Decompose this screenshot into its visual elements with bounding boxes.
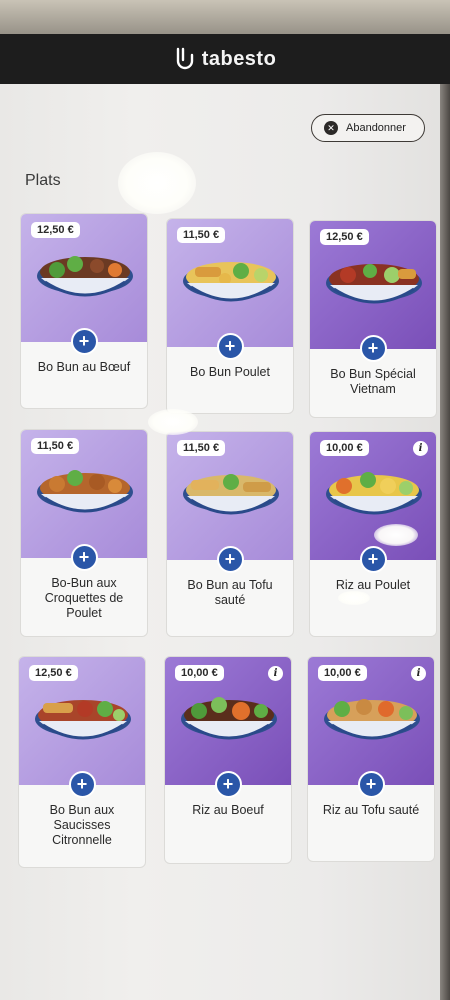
section-title: Plats — [25, 172, 61, 189]
bowl-image — [183, 474, 279, 515]
add-button[interactable]: + — [359, 546, 387, 573]
bowl-image — [37, 470, 133, 513]
price-badge: 10,00 € — [175, 665, 224, 681]
price-badge: 11,50 € — [31, 438, 80, 454]
product-card[interactable]: 12,50 € + Bo Bun au Bœuf — [20, 213, 148, 409]
product-name: Bo Bun au Tofu sauté — [187, 578, 273, 607]
price-badge: 11,50 € — [177, 227, 226, 243]
bowl-image — [37, 256, 133, 297]
bowl-image — [35, 700, 131, 740]
info-icon[interactable]: i — [411, 666, 426, 681]
add-button[interactable]: + — [216, 333, 244, 360]
brand-logo: tabesto — [174, 47, 277, 71]
product-name: Riz au Boeuf — [192, 803, 264, 817]
info-icon[interactable]: i — [413, 441, 428, 456]
product-card[interactable]: 10,00 € i + Riz au Boeuf — [164, 656, 292, 864]
product-card[interactable]: 11,50 € + Bo Bun Poulet — [166, 218, 294, 414]
product-name: Bo-Bun aux Croquettes de Poulet — [44, 576, 124, 620]
screen-glare — [118, 152, 196, 214]
bowl-image — [326, 472, 422, 515]
abandon-label: Abandonner — [346, 122, 406, 134]
add-button[interactable]: + — [70, 328, 98, 355]
add-button[interactable]: + — [359, 335, 387, 362]
product-card[interactable]: 11,50 € + Bo Bun au Tofu sauté — [166, 431, 294, 637]
product-name: Bo Bun au Bœuf — [37, 360, 131, 374]
kiosk-header: tabesto — [0, 34, 450, 84]
product-name: Bo Bun aux Saucisses Citronnelle — [49, 803, 115, 847]
price-badge: 10,00 € — [320, 440, 369, 456]
product-name: Bo Bun Poulet — [190, 365, 270, 379]
tabesto-logo-icon — [176, 47, 193, 70]
bowl-image — [181, 697, 277, 740]
product-card[interactable]: 12,50 € + Bo Bun aux Saucisses Citronnel… — [18, 656, 146, 868]
product-name: Riz au Poulet — [335, 578, 411, 592]
price-badge: 12,50 € — [29, 665, 78, 681]
add-button[interactable]: + — [357, 771, 385, 798]
bowl-image — [324, 699, 420, 740]
add-button[interactable]: + — [214, 771, 242, 798]
price-badge: 11,50 € — [177, 440, 226, 456]
price-badge: 10,00 € — [318, 665, 367, 681]
info-icon[interactable]: i — [268, 666, 283, 681]
product-name: Riz au Tofu sauté — [322, 803, 420, 817]
product-card[interactable]: 10,00 € i + Riz au Poulet — [309, 431, 437, 637]
product-card[interactable]: 10,00 € i + Riz au Tofu sauté — [307, 656, 435, 862]
product-card[interactable]: 11,50 € + Bo-Bun aux Croquettes de Poule… — [20, 429, 148, 637]
abandon-button[interactable]: ✕ Abandonner — [311, 114, 425, 142]
price-badge: 12,50 € — [31, 222, 80, 238]
add-button[interactable]: + — [68, 771, 96, 798]
product-name: Bo Bun Spécial Vietnam — [330, 367, 416, 396]
price-badge: 12,50 € — [320, 229, 369, 245]
close-circle-icon: ✕ — [324, 121, 338, 135]
product-card[interactable]: 12,50 € + Bo Bun Spécial Vietnam — [309, 220, 437, 418]
add-button[interactable]: + — [216, 546, 244, 573]
menu-screen: ✕ Abandonner Plats 12,50 € + Bo Bun au B… — [0, 84, 450, 1000]
bowl-image — [183, 262, 279, 302]
device-frame-right — [440, 84, 450, 1000]
add-button[interactable]: + — [70, 544, 98, 571]
bowl-image — [326, 264, 422, 304]
brand-name: tabesto — [201, 47, 277, 70]
